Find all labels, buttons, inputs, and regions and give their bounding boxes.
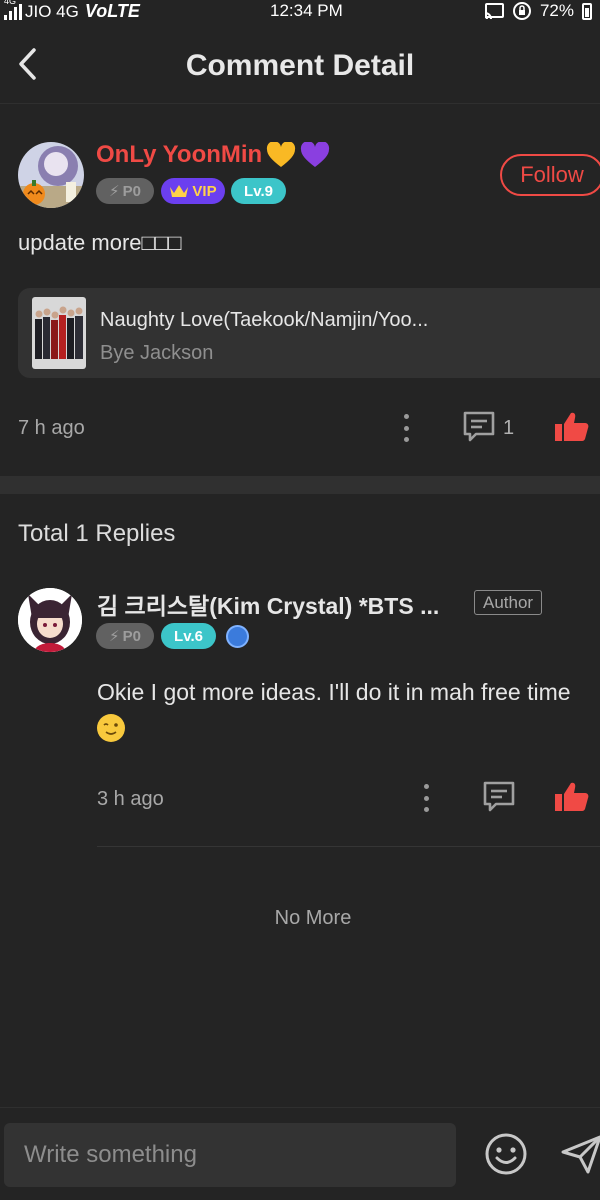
post-text: update more□□□ bbox=[18, 230, 182, 255]
book-card[interactable]: Naughty Love(Taekook/Namjin/Yoo... Bye J… bbox=[18, 288, 600, 378]
section-divider bbox=[0, 476, 600, 494]
clock: 12:34 PM bbox=[270, 1, 343, 20]
purple-heart-icon bbox=[301, 142, 330, 167]
reply-avatar[interactable] bbox=[18, 588, 82, 652]
post-timestamp: 7 h ago bbox=[18, 417, 85, 439]
avatar[interactable] bbox=[18, 142, 84, 208]
battery-percent: 72% bbox=[539, 1, 574, 20]
reply-points-badge: ⚡ P0 bbox=[96, 623, 154, 649]
points-badge: ⚡ P0 bbox=[96, 178, 154, 204]
reply-divider bbox=[97, 846, 600, 847]
reply-comment-icon[interactable] bbox=[482, 780, 516, 814]
emoji-icon[interactable] bbox=[484, 1132, 528, 1176]
yellow-heart-icon bbox=[267, 142, 296, 167]
page-title: Comment Detail bbox=[185, 49, 415, 82]
bolt-icon: ⚡ bbox=[109, 183, 120, 200]
level-badge: Lv.9 bbox=[231, 178, 286, 204]
network-tag: 4G bbox=[4, 0, 17, 6]
author-tag: Author bbox=[474, 590, 543, 615]
book-title: Naughty Love(Taekook/Namjin/Yoo... bbox=[100, 309, 429, 331]
vip-badge: VIP bbox=[161, 178, 225, 204]
winking-face-icon bbox=[97, 714, 125, 742]
composer-bar bbox=[0, 1107, 600, 1200]
status-bar: 4G JIO 4G VoLTE 12:34 PM 72% bbox=[0, 0, 600, 24]
reply-level-badge: Lv.6 bbox=[161, 623, 216, 649]
book-cover bbox=[32, 297, 86, 369]
post-username[interactable]: OnLy YoonMin bbox=[96, 141, 330, 169]
reply-username[interactable]: 김 크리스탈(Kim Crystal) *BTS ... bbox=[97, 587, 439, 621]
cast-icon bbox=[484, 3, 504, 19]
replies-heading: Total 1 Replies bbox=[18, 520, 176, 547]
volte-label: VoLTE bbox=[84, 1, 140, 21]
end-of-list-label: No More bbox=[274, 907, 352, 929]
username-text: OnLy YoonMin bbox=[96, 141, 263, 168]
reply-text: Okie I got more ideas. I'll do it in mah… bbox=[97, 674, 577, 748]
top-bar: Comment Detail bbox=[0, 30, 600, 104]
thumbs-up-icon[interactable] bbox=[554, 411, 590, 443]
crystal-badge-icon bbox=[226, 625, 249, 648]
bolt-icon: ⚡ bbox=[109, 628, 120, 645]
composer-field[interactable] bbox=[4, 1123, 456, 1187]
comment-input[interactable] bbox=[4, 1123, 456, 1187]
comment-icon[interactable] bbox=[462, 410, 496, 444]
reply-thumbs-up-icon[interactable] bbox=[554, 781, 590, 813]
crown-icon bbox=[170, 185, 189, 197]
send-icon[interactable] bbox=[560, 1132, 600, 1176]
book-author: Bye Jackson bbox=[100, 342, 214, 364]
rotation-lock-icon bbox=[512, 2, 531, 20]
carrier-label: JIO 4G bbox=[25, 1, 79, 21]
battery-icon bbox=[582, 2, 592, 20]
more-options-icon[interactable] bbox=[402, 414, 410, 442]
follow-button[interactable]: Follow bbox=[500, 154, 600, 196]
reply-count: 1 bbox=[503, 417, 515, 439]
reply-timestamp: 3 h ago bbox=[97, 788, 164, 810]
reply-more-options-icon[interactable] bbox=[422, 784, 430, 812]
